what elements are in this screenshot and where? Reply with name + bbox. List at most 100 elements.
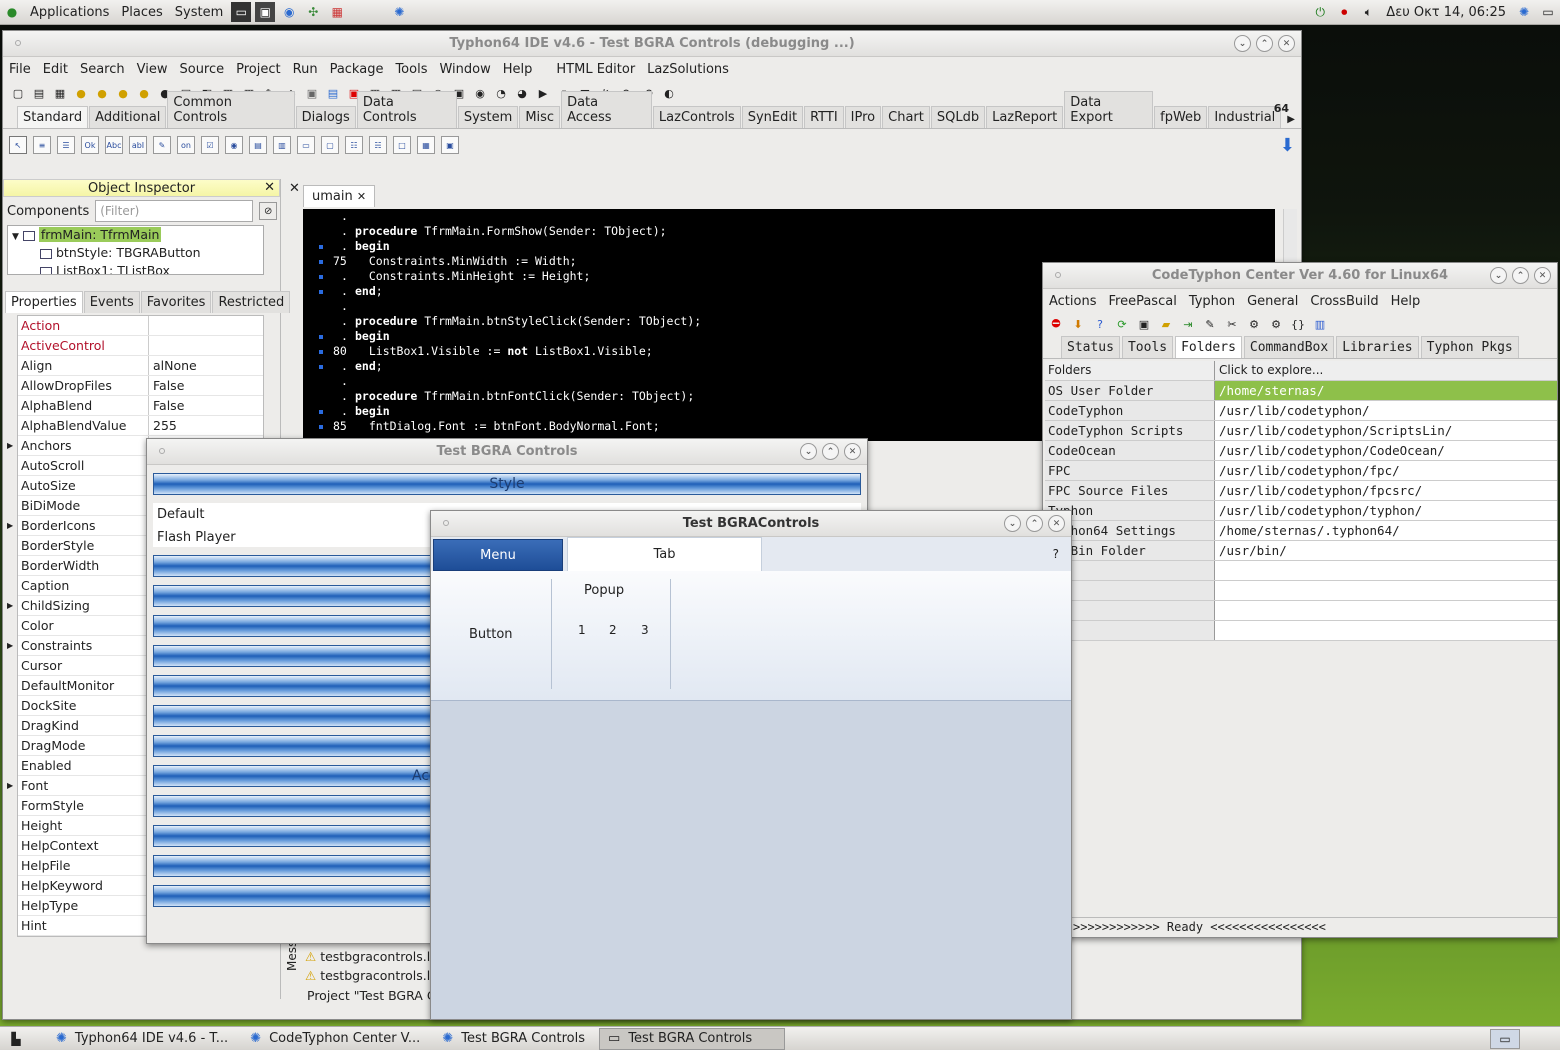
open-icon[interactable]: ● — [72, 84, 90, 102]
help-button[interactable]: ? — [1053, 547, 1059, 561]
property-value[interactable]: alNone — [149, 356, 197, 375]
label-component-icon[interactable]: Abc — [105, 136, 123, 154]
gutter[interactable]: . — [303, 299, 355, 314]
gutter[interactable]: . — [303, 209, 355, 224]
radiogroup-component-icon[interactable]: ☷ — [345, 136, 363, 154]
menu-item[interactable]: General — [1241, 294, 1304, 309]
file-manager-icon[interactable]: ▣ — [255, 2, 276, 22]
calendar-icon[interactable]: ▦ — [327, 2, 347, 22]
gutter[interactable]: . — [303, 269, 355, 284]
tools-icon[interactable]: ✂ — [1223, 315, 1241, 333]
window-menu-icon[interactable] — [159, 448, 165, 454]
menu-button[interactable]: Menu — [433, 539, 563, 571]
property-row[interactable]: AllowDropFiles False — [18, 376, 263, 396]
gutter[interactable]: . — [303, 284, 355, 299]
clock[interactable]: Δευ Οκτ 14, 06:25 — [1380, 5, 1512, 20]
menu-item[interactable]: Search — [74, 62, 131, 77]
button-component-icon[interactable]: Ok — [81, 136, 99, 154]
codetyphon-tab[interactable]: Typhon Pkgs — [1420, 336, 1519, 358]
gutter[interactable]: . — [303, 224, 355, 239]
gutter[interactable]: . — [303, 329, 355, 344]
togglebox-component-icon[interactable]: on — [177, 136, 195, 154]
number-2-button[interactable]: 2 — [609, 623, 617, 637]
palette-tab[interactable]: LazReport — [986, 106, 1064, 128]
folder-row[interactable]: FPC/usr/lib/codetyphon/fpc/ — [1045, 461, 1557, 481]
menu-item[interactable]: Help — [1385, 294, 1427, 309]
oi-tab[interactable]: Events — [83, 291, 140, 313]
code-icon[interactable]: {} — [1289, 315, 1307, 333]
run-icon[interactable]: ▣ — [303, 84, 321, 102]
terminal-icon[interactable]: ▭ — [231, 2, 252, 22]
combobox-component-icon[interactable]: ▥ — [273, 136, 291, 154]
exit-icon[interactable]: ⇥ — [1179, 315, 1197, 333]
gutter[interactable]: . — [303, 389, 355, 404]
palette-tab[interactable]: RTTI — [804, 106, 844, 128]
minimize-icon[interactable]: ⌄ — [1234, 35, 1251, 52]
palette-tab[interactable]: Additional — [89, 106, 167, 128]
property-row[interactable]: AlphaBlend False — [18, 396, 263, 416]
power-icon[interactable]: ⏻ — [1310, 2, 1330, 22]
mainmenu-icon[interactable]: ≡ — [33, 136, 51, 154]
panel-component-icon[interactable]: □ — [393, 136, 411, 154]
tools-icon[interactable]: ✣ — [303, 2, 323, 22]
open-project-icon[interactable]: ● — [93, 84, 111, 102]
popupmenu-icon[interactable]: ☰ — [57, 136, 75, 154]
breakpoint-dot-icon[interactable] — [319, 365, 323, 369]
minimize-icon[interactable]: ⌄ — [1004, 515, 1021, 532]
breakpoint-dot-icon[interactable] — [319, 350, 323, 354]
pointer-tool-icon[interactable]: ↖ — [9, 136, 27, 154]
folder-row[interactable]: CodeTyphon/usr/lib/codetyphon/ — [1045, 401, 1557, 421]
gnome-foot-icon[interactable]: ● — [2, 2, 22, 22]
maximize-icon[interactable]: ⌃ — [822, 443, 839, 460]
download-icon[interactable]: ⬇ — [1069, 315, 1087, 333]
palette-tab[interactable]: Misc — [519, 106, 561, 128]
groupbox-component-icon[interactable]: ▢ — [321, 136, 339, 154]
codetyphon-tab[interactable]: Tools — [1121, 336, 1174, 358]
pause-icon[interactable]: ▤ — [324, 84, 342, 102]
maximize-icon[interactable]: ⌃ — [1256, 35, 1273, 52]
folder-path[interactable]: /home/sternas/.typhon64/ — [1215, 521, 1557, 540]
editor-close-icon[interactable]: ✕ — [289, 181, 300, 196]
number-3-button[interactable]: 3 — [641, 623, 649, 637]
task-codetyphon-center[interactable]: ✺ CodeTyphon Center V... — [242, 1028, 428, 1050]
task-test-bgra-controls[interactable]: ✺ Test BGRA Controls — [434, 1028, 593, 1050]
property-row[interactable]: AlphaBlendValue 255 — [18, 416, 263, 436]
folder-row[interactable]: CodeOcean/usr/lib/codetyphon/CodeOcean/ — [1045, 441, 1557, 461]
gutter[interactable]: 80 — [303, 344, 355, 359]
memo-component-icon[interactable]: ✎ — [153, 136, 171, 154]
menu-item[interactable]: LazSolutions — [641, 62, 735, 77]
bgra-small-titlebar[interactable]: Test BGRAControls ⌄ ⌃ ✕ — [431, 511, 1071, 537]
folder-path[interactable]: /usr/lib/codetyphon/typhon/ — [1215, 501, 1557, 520]
folder-row[interactable]: OS User Folder/home/sternas/ — [1045, 381, 1557, 401]
breakpoint-dot-icon[interactable] — [319, 260, 323, 264]
close-icon[interactable]: ✕ — [264, 180, 275, 195]
inspect-icon[interactable]: ◔ — [492, 84, 510, 102]
window-menu-icon[interactable] — [15, 40, 21, 46]
menu-item[interactable]: Package — [324, 62, 390, 77]
menu-item[interactable]: Window — [433, 62, 496, 77]
edit-component-icon[interactable]: abI — [129, 136, 147, 154]
property-value[interactable] — [149, 316, 153, 335]
minimize-icon[interactable]: ⌄ — [1490, 267, 1507, 284]
folder-path[interactable]: /usr/lib/codetyphon/fpc/ — [1215, 461, 1557, 480]
maximize-icon[interactable]: ⌃ — [1026, 515, 1043, 532]
breakpoint-dot-icon[interactable] — [319, 290, 323, 294]
palette-tab[interactable]: Data Export — [1064, 91, 1154, 128]
breakpoint-dot-icon[interactable] — [319, 245, 323, 249]
gutter[interactable]: . — [303, 404, 355, 419]
new-file-icon[interactable]: ▢ — [9, 84, 27, 102]
oi-tab[interactable]: Favorites — [140, 291, 212, 313]
filter-clear-icon[interactable]: ⊘ — [259, 202, 278, 220]
browser-icon[interactable]: ◉ — [279, 2, 299, 22]
gutter[interactable]: . — [303, 359, 355, 374]
folder-path[interactable]: /usr/lib/codetyphon/ — [1215, 401, 1557, 420]
display-icon[interactable]: ▭ — [1538, 2, 1558, 22]
save-icon[interactable]: ● — [114, 84, 132, 102]
codetyphon-tab[interactable]: CommandBox — [1243, 336, 1335, 358]
menu-item[interactable]: Tools — [389, 62, 433, 77]
folder-path[interactable]: /usr/lib/codetyphon/fpcsrc/ — [1215, 481, 1557, 500]
folder-path[interactable]: /usr/lib/codetyphon/CodeOcean/ — [1215, 441, 1557, 460]
palette-tab[interactable]: IPro — [844, 106, 882, 128]
menu-item[interactable]: View — [131, 62, 174, 77]
folder-path[interactable]: /home/sternas/ — [1215, 381, 1557, 400]
